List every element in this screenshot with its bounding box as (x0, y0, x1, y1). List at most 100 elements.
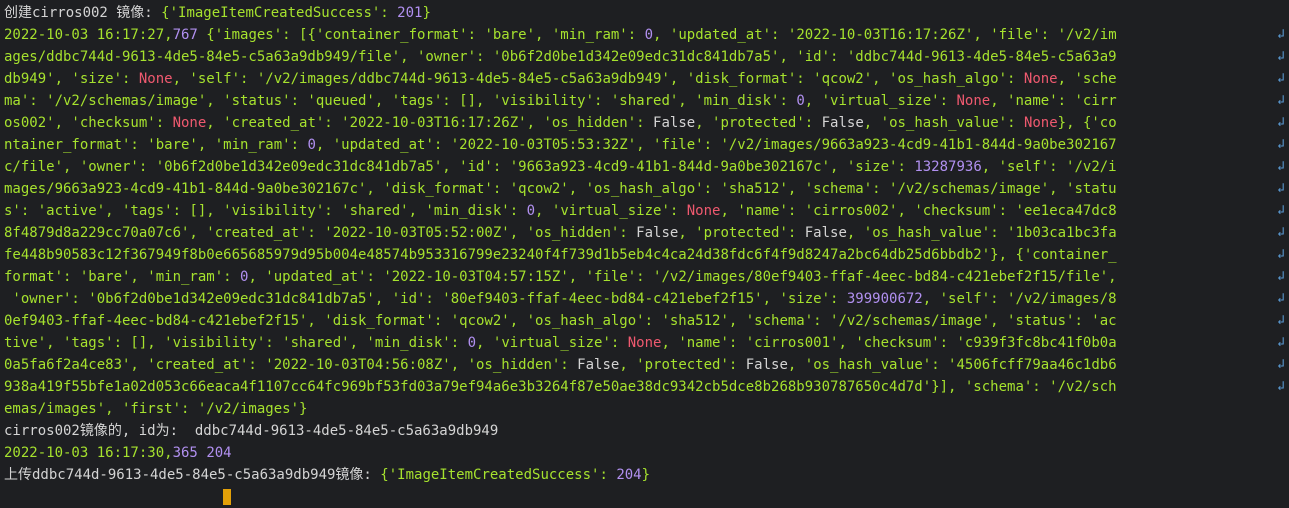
text-segment: 0a5fa6f2a4ce83', 'created_at': '2022-10-… (4, 357, 578, 373)
text-segment: , 'name': 'cirr (990, 93, 1117, 109)
text-segment: tive', 'tags': [], 'visibility': 'shared… (4, 335, 468, 351)
text-segment: , 'name': 'cirros002', 'checksum': 'ee1e… (720, 203, 1117, 219)
terminal-line: 0ef9403-ffaf-4eec-bd84-c421ebef2f15', 'd… (4, 310, 1289, 332)
text-segment: , 'protected': (695, 115, 822, 131)
text-segment: mages/9663a923-4cd9-41b1-844d-9a0be30216… (4, 181, 1117, 197)
text-segment: 0ef9403-ffaf-4eec-bd84-c421ebef2f15', 'd… (4, 313, 1117, 329)
text-segment: None (686, 203, 721, 219)
text-segment: , 'self': '/v2/images/ddbc744d-9613-4de5… (172, 71, 1024, 87)
text-segment: c/file', 'owner': '0b6f2d0be1d342e09edc3… (4, 159, 915, 175)
terminal-line: os002', 'checksum': None, 'created_at': … (4, 112, 1289, 134)
terminal-line: fe448b90583c12f367949f8b0e665685979d95b0… (4, 244, 1289, 266)
text-segment: False (577, 357, 620, 373)
text-segment: 2022-10-03 16:17:27, (4, 27, 173, 43)
text-segment: } (422, 5, 431, 21)
terminal-line: s': 'active', 'tags': [], 'visibility': … (4, 200, 1289, 222)
terminal-line: tive', 'tags': [], 'visibility': 'shared… (4, 332, 1289, 354)
terminal-line: 2022-10-03 16:17:30,365 204 (4, 442, 1289, 464)
line-wrap-icon: ↲ (1277, 203, 1285, 218)
text-segment: os002', 'checksum': (4, 115, 173, 131)
line-wrap-icon: ↲ (1277, 159, 1285, 174)
line-wrap-icon: ↲ (1277, 291, 1285, 306)
text-segment: None (172, 115, 207, 131)
line-wrap-icon: ↲ (1277, 335, 1285, 350)
text-segment: ages/ddbc744d-9613-4de5-84e5-c5a63a9db94… (4, 49, 1117, 65)
terminal-line: 创建cirros002 镜像: {'ImageItemCreatedSucces… (4, 2, 1289, 24)
text-segment: 上传ddbc744d-9613-4de5-84e5-c5a63a9db949镜像… (4, 467, 381, 483)
text-segment: 204 (206, 445, 232, 461)
text-segment: , 'os_hash_value': '1b03ca1bc3fa (846, 225, 1117, 241)
text-segment: , 'self': '/v2/i (981, 159, 1117, 175)
text-segment: False (653, 115, 696, 131)
text-segment: 201 (397, 5, 423, 21)
terminal-line: c/file', 'owner': '0b6f2d0be1d342e09edc3… (4, 156, 1289, 178)
text-segment: None (627, 335, 662, 351)
text-segment: None (1023, 71, 1058, 87)
text-segment: {'ImageItemCreatedSuccess': (161, 5, 398, 21)
text-segment: 2022-10-03 16:17:30, (4, 445, 173, 461)
text-segment: db949', 'size': (4, 71, 139, 87)
prompt-indent (4, 489, 223, 505)
text-segment: 创建cirros002 镜像: (4, 5, 162, 21)
text-segment: emas/images', 'first': '/v2/images'} (4, 401, 308, 417)
terminal-line: 'owner': '0b6f2d0be1d342e09edc31dc841db7… (4, 288, 1289, 310)
line-wrap-icon: ↲ (1277, 247, 1285, 262)
text-segment: ntainer_format': 'bare', 'min_ram': (4, 137, 308, 153)
text-segment: , 'virtual_size': (804, 93, 957, 109)
line-wrap-icon: ↲ (1277, 93, 1285, 108)
text-segment: , 'virtual_size': (476, 335, 628, 351)
text-segment: , 'self': '/v2/images/8 (922, 291, 1117, 307)
text-segment: , 'os_hash_value': '4506fcff79aa46c1db6 (787, 357, 1117, 373)
text-segment: s': 'active', 'tags': [], 'visibility': … (4, 203, 527, 219)
text-segment: 13287936 (914, 159, 982, 175)
line-wrap-icon: ↲ (1277, 27, 1285, 42)
line-wrap-icon: ↲ (1277, 357, 1285, 372)
text-segment: fe448b90583c12f367949f8b0e665685979d95b0… (4, 247, 1117, 263)
text-segment: None (1023, 115, 1058, 131)
terminal-line: ntainer_format': 'bare', 'min_ram': 0, '… (4, 134, 1289, 156)
terminal-line: ages/ddbc744d-9613-4de5-84e5-c5a63a9db94… (4, 46, 1289, 68)
line-wrap-icon: ↲ (1277, 115, 1285, 130)
terminal-line: 上传ddbc744d-9613-4de5-84e5-c5a63a9db949镜像… (4, 464, 1289, 486)
text-segment: False (745, 357, 788, 373)
terminal-output[interactable]: 创建cirros002 镜像: {'ImageItemCreatedSucces… (0, 0, 1289, 505)
text-segment: 'owner': '0b6f2d0be1d342e09edc31dc841db7… (4, 291, 847, 307)
text-segment: format': 'bare', 'min_ram': (4, 269, 241, 285)
text-segment: 0 (526, 203, 536, 219)
terminal-line: mages/9663a923-4cd9-41b1-844d-9a0be30216… (4, 178, 1289, 200)
text-segment: , 'protected': (619, 357, 746, 373)
text-segment: False (821, 115, 864, 131)
terminal-line: 0a5fa6f2a4ce83', 'created_at': '2022-10-… (4, 354, 1289, 376)
terminal-line: ma': '/v2/schemas/image', 'status': 'que… (4, 90, 1289, 112)
text-segment: , 'virtual_size': (535, 203, 687, 219)
text-segment: , 'updated_at': '2022-10-03T16:17:26Z', … (653, 27, 1117, 43)
text-segment: 204 (616, 467, 642, 483)
terminal-line: 8f4879d8a229cc70a07c6', 'created_at': '2… (4, 222, 1289, 244)
prompt-line[interactable] (4, 486, 1289, 508)
text-segment: 0 (644, 27, 654, 43)
line-wrap-icon: ↲ (1277, 137, 1285, 152)
text-segment: 0 (467, 335, 477, 351)
text-segment: , 'sche (1057, 71, 1117, 87)
text-segment: } (641, 467, 651, 483)
text-segment: 938a419f55bfe1a02d053c66eaca4f1107cc64fc… (4, 379, 1117, 395)
text-segment: 399900672 (846, 291, 923, 307)
line-wrap-icon: ↲ (1277, 225, 1285, 240)
line-wrap-icon: ↲ (1277, 313, 1285, 328)
text-segment: , 'protected': (678, 225, 805, 241)
text-segment: , 'created_at': '2022-10-03T16:17:26Z', … (206, 115, 654, 131)
text-segment: ma': '/v2/schemas/image', 'status': 'que… (4, 93, 797, 109)
line-wrap-icon: ↲ (1277, 71, 1285, 86)
text-segment: 0 (796, 93, 805, 109)
terminal-line: db949', 'size': None, 'self': '/v2/image… (4, 68, 1289, 90)
text-segment: 767 (172, 27, 198, 43)
line-wrap-icon: ↲ (1277, 379, 1285, 394)
line-wrap-icon: ↲ (1277, 181, 1285, 196)
line-wrap-icon: ↲ (1277, 269, 1285, 284)
text-segment: {'images': [{'container_format': 'bare',… (197, 27, 645, 43)
text-segment: , 'os_hash_value': (863, 115, 1024, 131)
text-segment: , 'name': 'cirros001', 'checksum': 'c939… (661, 335, 1117, 351)
terminal-line: cirros002镜像的, id为: ddbc744d-9613-4de5-84… (4, 420, 1289, 442)
text-segment: False (636, 225, 679, 241)
text-segment: False (804, 225, 847, 241)
